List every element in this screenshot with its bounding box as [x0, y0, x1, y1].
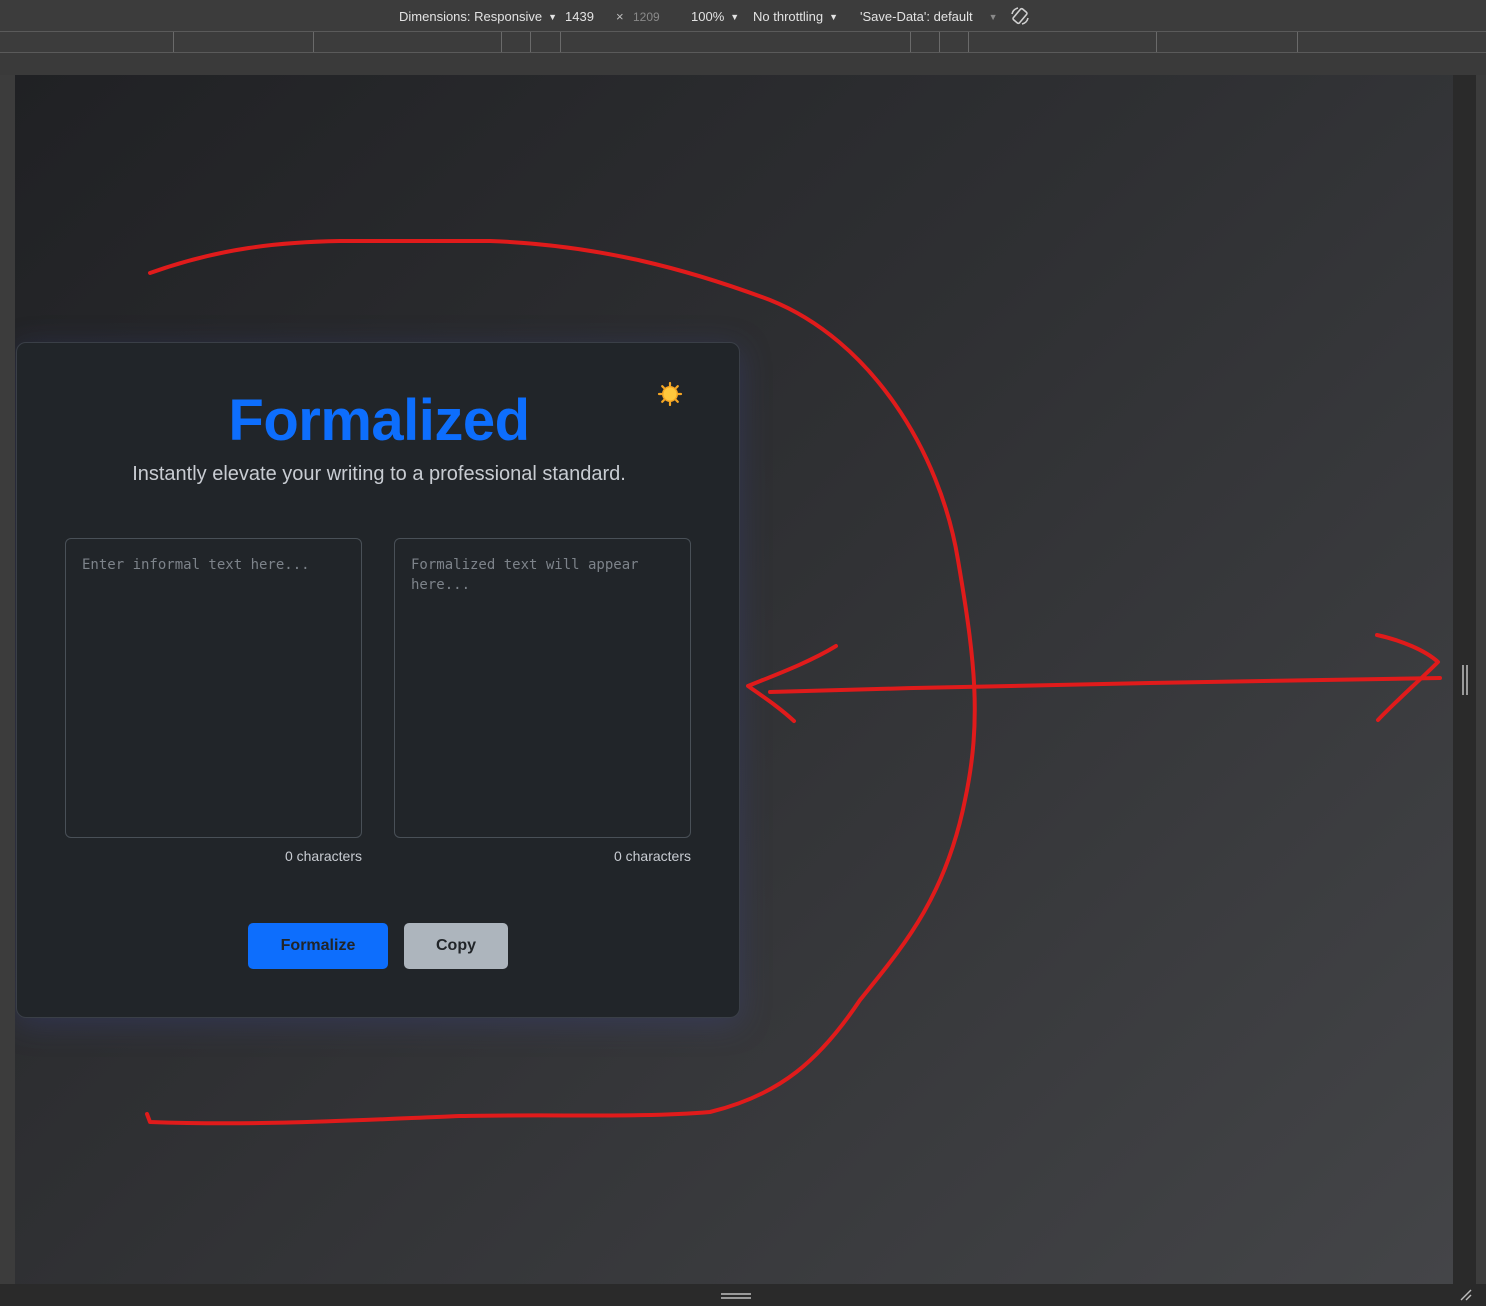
resize-grip-icon[interactable] — [721, 1293, 751, 1299]
corner-resize-icon[interactable] — [1460, 1289, 1472, 1301]
input-character-count: 0 characters — [284, 848, 362, 864]
chevron-down-icon: ▼ — [730, 12, 740, 22]
media-query-divider — [968, 32, 969, 52]
copy-button[interactable]: Copy — [404, 923, 508, 969]
media-query-divider — [1156, 32, 1157, 52]
media-query-bar — [0, 31, 1486, 53]
chevron-down-icon: ▼ — [988, 12, 998, 22]
media-query-divider — [560, 32, 561, 52]
media-query-divider — [501, 32, 502, 52]
media-query-divider — [173, 32, 174, 52]
throttling-dropdown[interactable]: No throttling ▼ — [753, 9, 838, 24]
height-input[interactable]: 1209 — [633, 10, 660, 24]
chevron-down-icon: ▼ — [829, 12, 839, 22]
viewport-gutter — [0, 53, 1486, 75]
media-query-divider — [313, 32, 314, 52]
output-character-count: 0 characters — [613, 848, 691, 864]
save-data-dropdown[interactable]: 'Save-Data': default ▼ — [860, 9, 998, 24]
app-subtitle: Instantly elevate your writing to a prof… — [132, 463, 626, 485]
resize-grip-icon[interactable] — [1462, 665, 1468, 695]
zoom-dropdown[interactable]: 100% ▼ — [691, 9, 739, 24]
formalized-text-output[interactable] — [394, 538, 691, 838]
media-query-divider — [910, 32, 911, 52]
media-query-divider — [939, 32, 940, 52]
rotate-icon[interactable] — [1009, 5, 1031, 27]
dimensions-label: Dimensions: Responsive — [399, 9, 543, 24]
app-card: Formalized Instantly elevate your writin… — [16, 342, 740, 1018]
zoom-label: 100% — [691, 9, 725, 24]
width-input[interactable]: 1439 — [565, 9, 594, 24]
media-query-divider — [1297, 32, 1298, 52]
dimensions-dropdown[interactable]: Dimensions: Responsive ▼ — [399, 9, 557, 24]
devtools-device-toolbar: Dimensions: Responsive ▼ 1439 × 1209 100%… — [0, 0, 1486, 33]
formalize-button[interactable]: Formalize — [248, 923, 388, 969]
informal-text-input[interactable] — [65, 538, 362, 838]
save-data-label: 'Save-Data': default — [860, 9, 973, 24]
app-title: Formalized — [228, 388, 530, 453]
throttling-label: No throttling — [753, 9, 824, 24]
media-query-divider — [530, 32, 531, 52]
emulated-viewport: Formalized Instantly elevate your writin… — [15, 75, 1453, 1284]
times-icon: × — [616, 9, 624, 24]
chevron-down-icon: ▼ — [548, 12, 557, 22]
